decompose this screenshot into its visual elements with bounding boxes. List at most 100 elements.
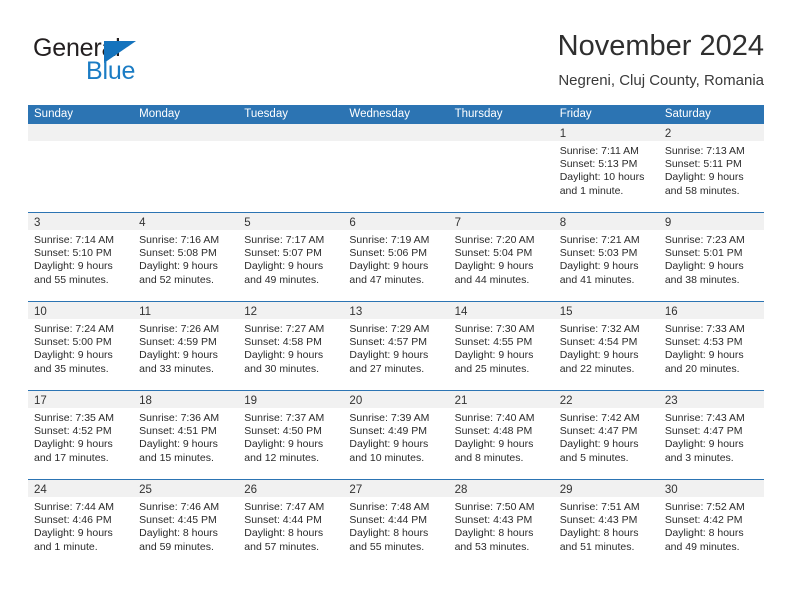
calendar-week-row: 10 Sunrise: 7:24 AM Sunset: 5:00 PM Dayligh…	[28, 301, 764, 390]
sunset-text: Sunset: 4:51 PM	[139, 425, 217, 438]
day-sun-info: Sunrise: 7:47 AM Sunset: 4:44 PM Daylight:…	[238, 497, 343, 554]
day-cell[interactable]: 2 Sunrise: 7:13 AM Sunset: 5:11 PM Daylight…	[658, 124, 764, 212]
day-cell[interactable]: 8 Sunrise: 7:21 AM Sunset: 5:03 PM Daylight…	[553, 213, 659, 301]
sunrise-text: Sunrise: 7:33 AM	[664, 323, 745, 335]
daylight-text-line1: Daylight: 9 hours	[559, 260, 639, 273]
sunset-text: Sunset: 4:59 PM	[139, 336, 217, 349]
daylight-text-line1: Daylight: 9 hours	[139, 260, 218, 273]
day-sun-info: Sunrise: 7:50 AM Sunset: 4:43 PM Daylight:…	[449, 497, 554, 554]
day-number-band: 4	[133, 213, 239, 230]
day-cell[interactable]: 22 Sunrise: 7:42 AM Sunset: 4:47 PM Dayligh…	[553, 391, 659, 479]
sunset-text: Sunset: 4:45 PM	[139, 514, 217, 527]
day-sun-info: Sunrise: 7:20 AM Sunset: 5:04 PM Daylight:…	[449, 230, 554, 287]
day-cell[interactable]: 4 Sunrise: 7:16 AM Sunset: 5:08 PM Daylight…	[133, 213, 239, 301]
day-cell[interactable]: 17 Sunrise: 7:35 AM Sunset: 4:52 PM Dayligh…	[28, 391, 134, 479]
day-number-band	[28, 124, 134, 141]
daylight-text-line2: and 35 minutes.	[34, 362, 109, 375]
day-cell[interactable]: 3 Sunrise: 7:14 AM Sunset: 5:10 PM Daylight…	[28, 213, 134, 301]
day-cell[interactable]: 19 Sunrise: 7:37 AM Sunset: 4:50 PM Dayligh…	[238, 391, 344, 479]
sunrise-text: Sunrise: 7:46 AM	[139, 501, 220, 513]
daylight-text-line2: and 44 minutes.	[454, 273, 530, 286]
sunrise-text: Sunrise: 7:29 AM	[349, 323, 430, 335]
day-sun-info: Sunrise: 7:19 AM Sunset: 5:06 PM Daylight:…	[343, 230, 448, 287]
daylight-text-line2: and 58 minutes.	[664, 184, 740, 197]
day-cell[interactable]: 9 Sunrise: 7:23 AM Sunset: 5:01 PM Daylight…	[658, 213, 764, 301]
sunrise-text: Sunrise: 7:44 AM	[34, 501, 114, 513]
day-sun-info: Sunrise: 7:42 AM Sunset: 4:47 PM Daylight:…	[554, 408, 659, 465]
day-number: 18	[139, 395, 152, 407]
sunrise-text: Sunrise: 7:24 AM	[34, 323, 114, 335]
day-cell[interactable]: 18 Sunrise: 7:36 AM Sunset: 4:51 PM Dayligh…	[133, 391, 239, 479]
day-sun-info: Sunrise: 7:29 AM Sunset: 4:57 PM Daylight:…	[343, 319, 448, 376]
day-sun-info: Sunrise: 7:26 AM Sunset: 4:59 PM Daylight:…	[133, 319, 238, 376]
calendar-week-row: 1 Sunrise: 7:11 AM Sunset: 5:13 PM Daylight…	[28, 124, 764, 212]
daylight-text-line1: Daylight: 9 hours	[349, 349, 429, 362]
sunset-text: Sunset: 4:53 PM	[664, 336, 743, 349]
day-cell[interactable]: 12 Sunrise: 7:27 AM Sunset: 4:58 PM Dayligh…	[238, 302, 344, 390]
day-cell[interactable]: 1 Sunrise: 7:11 AM Sunset: 5:13 PM Daylight…	[553, 124, 659, 212]
day-cell[interactable]: 30 Sunrise: 7:52 AM Sunset: 4:42 PM Dayligh…	[658, 480, 764, 568]
day-sun-info: Sunrise: 7:24 AM Sunset: 5:00 PM Daylight:…	[28, 319, 133, 376]
daylight-text-line1: Daylight: 9 hours	[664, 349, 744, 362]
daylight-text-line1: Daylight: 9 hours	[244, 349, 324, 362]
day-cell-empty	[28, 124, 134, 212]
daylight-text-line2: and 17 minutes.	[34, 451, 109, 464]
day-cell[interactable]: 10 Sunrise: 7:24 AM Sunset: 5:00 PM Dayligh…	[28, 302, 134, 390]
day-cell[interactable]: 7 Sunrise: 7:20 AM Sunset: 5:04 PM Daylight…	[448, 213, 554, 301]
day-sun-info: Sunrise: 7:37 AM Sunset: 4:50 PM Daylight:…	[238, 408, 343, 465]
sunrise-text: Sunrise: 7:42 AM	[559, 412, 640, 424]
day-cell[interactable]: 23 Sunrise: 7:43 AM Sunset: 4:47 PM Dayligh…	[658, 391, 764, 479]
day-number: 14	[454, 306, 468, 318]
day-sun-info: Sunrise: 7:39 AM Sunset: 4:49 PM Daylight:…	[343, 408, 448, 465]
day-number: 24	[34, 484, 47, 496]
day-number-band	[343, 124, 449, 141]
daylight-text-line2: and 33 minutes.	[139, 362, 214, 375]
day-sun-info: Sunrise: 7:13 AM Sunset: 5:11 PM Daylight:…	[659, 141, 764, 198]
day-cell[interactable]: 20 Sunrise: 7:39 AM Sunset: 4:49 PM Dayligh…	[343, 391, 449, 479]
daylight-text-line2: and 47 minutes.	[349, 273, 425, 286]
daylight-text-line1: Daylight: 8 hours	[559, 527, 639, 540]
sunset-text: Sunset: 5:11 PM	[664, 158, 742, 171]
sunset-text: Sunset: 5:08 PM	[139, 247, 217, 260]
day-number: 15	[559, 306, 573, 318]
daylight-text-line1: Daylight: 10 hours	[559, 171, 645, 184]
day-cell[interactable]: 29 Sunrise: 7:51 AM Sunset: 4:43 PM Dayligh…	[553, 480, 659, 568]
day-cell[interactable]: 14 Sunrise: 7:30 AM Sunset: 4:55 PM Dayligh…	[448, 302, 554, 390]
day-cell[interactable]: 27 Sunrise: 7:48 AM Sunset: 4:44 PM Dayligh…	[343, 480, 449, 568]
day-sun-info: Sunrise: 7:36 AM Sunset: 4:51 PM Daylight:…	[133, 408, 238, 465]
sunset-text: Sunset: 5:06 PM	[349, 247, 428, 260]
sunrise-text: Sunrise: 7:52 AM	[664, 501, 745, 513]
day-cell[interactable]: 21 Sunrise: 7:40 AM Sunset: 4:48 PM Dayligh…	[448, 391, 554, 479]
day-number-band: 24	[28, 480, 134, 497]
daylight-text-line2: and 5 minutes.	[559, 451, 629, 464]
day-number-band: 12	[238, 302, 344, 319]
day-number: 6	[349, 217, 356, 229]
day-number-band: 15	[553, 302, 659, 319]
generalblue-logo[interactable]: General Blue	[28, 34, 248, 92]
day-cell[interactable]: 25 Sunrise: 7:46 AM Sunset: 4:45 PM Dayligh…	[133, 480, 239, 568]
day-cell[interactable]: 28 Sunrise: 7:50 AM Sunset: 4:43 PM Dayligh…	[448, 480, 554, 568]
sunrise-text: Sunrise: 7:27 AM	[244, 323, 325, 335]
day-cell[interactable]: 24 Sunrise: 7:44 AM Sunset: 4:46 PM Dayligh…	[28, 480, 134, 568]
daylight-text-line1: Daylight: 9 hours	[454, 438, 534, 451]
day-cell[interactable]: 5 Sunrise: 7:17 AM Sunset: 5:07 PM Daylight…	[238, 213, 344, 301]
day-number-band: 7	[448, 213, 554, 230]
day-number: 16	[664, 306, 678, 318]
daylight-text-line1: Daylight: 9 hours	[34, 438, 113, 451]
day-cell[interactable]: 26 Sunrise: 7:47 AM Sunset: 4:44 PM Dayligh…	[238, 480, 344, 568]
day-cell[interactable]: 6 Sunrise: 7:19 AM Sunset: 5:06 PM Daylight…	[343, 213, 449, 301]
day-sun-info: Sunrise: 7:52 AM Sunset: 4:42 PM Daylight:…	[659, 497, 764, 554]
day-sun-info: Sunrise: 7:40 AM Sunset: 4:48 PM Daylight:…	[449, 408, 554, 465]
sunrise-text: Sunrise: 7:32 AM	[559, 323, 640, 335]
calendar-weeks: 1 Sunrise: 7:11 AM Sunset: 5:13 PM Daylight…	[28, 124, 764, 568]
day-sun-info: Sunrise: 7:46 AM Sunset: 4:45 PM Daylight:…	[133, 497, 238, 554]
day-cell[interactable]: 16 Sunrise: 7:33 AM Sunset: 4:53 PM Dayligh…	[658, 302, 764, 390]
daylight-text-line1: Daylight: 9 hours	[559, 438, 639, 451]
day-sun-info: Sunrise: 7:51 AM Sunset: 4:43 PM Daylight:…	[554, 497, 659, 554]
daylight-text-line2: and 55 minutes.	[349, 540, 425, 553]
day-cell[interactable]: 13 Sunrise: 7:29 AM Sunset: 4:57 PM Dayligh…	[343, 302, 449, 390]
daylight-text-line1: Daylight: 8 hours	[139, 527, 218, 540]
day-cell[interactable]: 15 Sunrise: 7:32 AM Sunset: 4:54 PM Dayligh…	[553, 302, 659, 390]
day-cell[interactable]: 11 Sunrise: 7:26 AM Sunset: 4:59 PM Dayligh…	[133, 302, 239, 390]
day-number-band: 13	[343, 302, 449, 319]
